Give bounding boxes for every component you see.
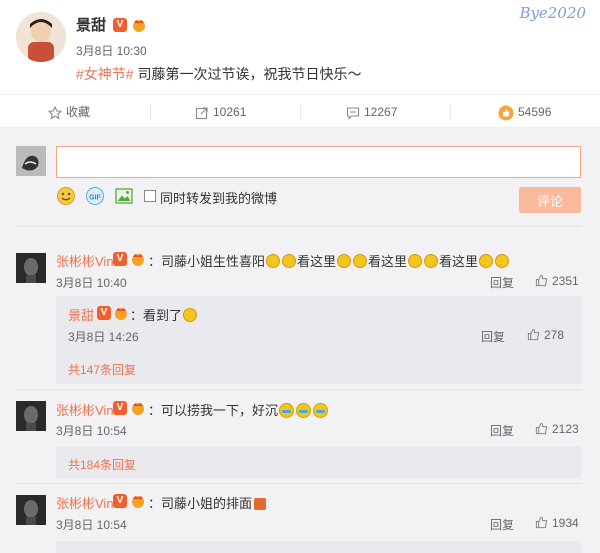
post-text: 司藤第一次过节诶，祝我节日快乐～ — [133, 66, 362, 82]
like-button[interactable]: 54596 — [498, 95, 551, 129]
sun-emoji-icon — [424, 254, 439, 268]
thumbs-up-icon — [527, 328, 540, 341]
sun-emoji-icon — [353, 254, 368, 268]
sticker-emoji-icon — [254, 498, 267, 510]
submit-comment-button[interactable]: 评论 — [519, 187, 581, 213]
comment-icon — [346, 107, 360, 120]
reply-username[interactable]: 景甜 — [68, 305, 94, 324]
verified-icon: V — [113, 17, 127, 32]
reply-like-button[interactable]: 278 — [527, 328, 564, 342]
more-replies-link[interactable]: 共184条回复 — [68, 456, 136, 473]
comment-like-button[interactable]: 2123 — [535, 422, 579, 436]
crown-icon — [132, 496, 144, 508]
divider — [16, 483, 582, 484]
author-badges: V — [113, 16, 147, 32]
repost-icon — [195, 107, 208, 119]
commenter-avatar[interactable] — [16, 401, 46, 431]
comment-input[interactable] — [56, 146, 581, 178]
comment-like-button[interactable]: 2351 — [535, 274, 579, 288]
action-divider — [450, 105, 451, 119]
svg-text:GIF: GIF — [89, 195, 101, 202]
comment-time[interactable]: 3月8日 10:54 — [56, 422, 127, 439]
watermark: Bye2020 — [519, 4, 586, 22]
post-content: #女神节# 司藤第一次过节诶，祝我节日快乐～ — [76, 64, 361, 84]
sun-emoji-icon — [282, 254, 297, 268]
action-divider — [150, 105, 151, 119]
star-icon — [47, 105, 63, 120]
like-icon — [498, 105, 514, 121]
laugh-cry-emoji-icon — [296, 403, 312, 418]
comment-username[interactable]: 张彬彬Vin — [56, 400, 114, 419]
emoji-icon[interactable] — [56, 186, 76, 206]
sun-emoji-icon — [337, 254, 352, 268]
crown-icon — [115, 308, 127, 320]
commenter-avatar[interactable] — [16, 495, 46, 525]
author-avatar[interactable] — [16, 12, 66, 62]
thumbs-up-icon — [535, 274, 548, 287]
sun-emoji-icon — [266, 254, 281, 268]
my-avatar[interactable] — [16, 146, 46, 176]
verified-icon: V — [97, 306, 111, 320]
crown-icon — [132, 254, 144, 266]
sun-emoji-icon — [183, 308, 198, 322]
comment-username[interactable]: 张彬彬Vin — [56, 251, 114, 270]
reply-button[interactable]: 回复 — [490, 422, 514, 439]
thumbs-up-icon — [535, 422, 548, 435]
divider — [16, 226, 582, 227]
reply-button[interactable]: 回复 — [490, 274, 514, 291]
verified-icon: V — [113, 401, 127, 415]
post-time[interactable]: 3月8日 10:30 — [76, 42, 147, 59]
comment-time[interactable]: 3月8日 10:40 — [56, 274, 127, 291]
comment-time[interactable]: 3月8日 10:54 — [56, 516, 127, 533]
favorite-button[interactable]: 收藏 — [47, 95, 90, 129]
sun-emoji-icon — [495, 254, 510, 268]
repost-button[interactable]: 10261 — [195, 95, 246, 129]
reply-button[interactable]: 回复 — [490, 516, 514, 533]
commenter-avatar[interactable] — [16, 253, 46, 283]
topic-link[interactable]: #女神节# — [76, 66, 134, 82]
crown-icon — [132, 19, 145, 32]
more-replies-bar — [56, 541, 581, 553]
action-divider — [300, 105, 301, 119]
verified-icon: V — [113, 252, 127, 266]
comment-button[interactable]: 12267 — [346, 95, 397, 129]
gif-icon[interactable]: GIF — [85, 186, 105, 206]
comment-text: ：司藤小姐的排面 — [148, 493, 267, 512]
more-replies-link[interactable]: 共147条回复 — [68, 361, 136, 378]
laugh-cry-emoji-icon — [313, 403, 329, 418]
comment-text: ：司藤小姐生性喜阳 看这里 看这里 看这里 — [148, 251, 510, 270]
weibo-post: 景甜 V 3月8日 10:30 #女神节# 司藤第一次过节诶，祝我节日快乐～ B… — [0, 0, 600, 94]
divider — [16, 389, 582, 390]
image-icon[interactable] — [114, 186, 134, 206]
laugh-cry-emoji-icon — [279, 403, 295, 418]
crown-icon — [132, 403, 144, 415]
verified-icon: V — [113, 494, 127, 508]
forward-checkbox[interactable] — [144, 190, 156, 202]
thumbs-up-icon — [535, 516, 548, 529]
forward-label: 同时转发到我的微博 — [160, 191, 278, 206]
action-bar: 收藏 10261 12267 54596 — [0, 94, 600, 128]
author-name[interactable]: 景甜 — [76, 14, 106, 35]
comment-username[interactable]: 张彬彬Vin — [56, 493, 114, 512]
comment-like-button[interactable]: 1934 — [535, 516, 579, 530]
sun-emoji-icon — [408, 254, 423, 268]
sun-emoji-icon — [479, 254, 494, 268]
reply-time[interactable]: 3月8日 14:26 — [68, 328, 139, 345]
comment-text: ：可以捞我一下，好沉 — [148, 400, 329, 419]
reply-text: ：看到了 — [130, 305, 198, 324]
reply-button[interactable]: 回复 — [481, 328, 505, 345]
